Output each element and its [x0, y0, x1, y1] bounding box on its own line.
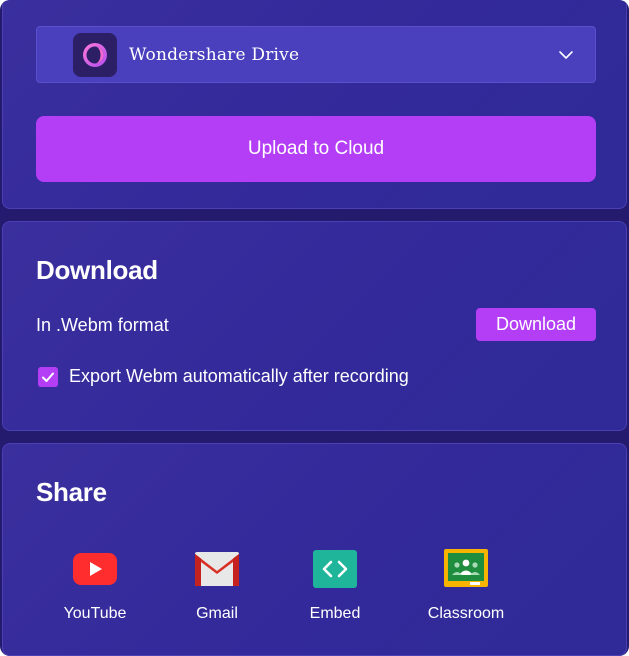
gmail-icon	[194, 549, 240, 589]
cloud-drive-select[interactable]: Wondershare Drive	[36, 26, 596, 83]
share-section-title: Share	[36, 477, 107, 507]
download-section-title: Download	[36, 255, 158, 285]
share-panel: Share YouTube Gmail Embed Classroom	[2, 443, 627, 656]
classroom-icon	[443, 549, 489, 589]
cloud-panel: Wondershare Drive Upload to Cloud	[2, 0, 627, 209]
share-gmail[interactable]: Gmail	[167, 549, 267, 623]
upload-to-cloud-button[interactable]: Upload to Cloud	[36, 116, 596, 182]
share-youtube[interactable]: YouTube	[45, 549, 145, 623]
share-embed[interactable]: Embed	[285, 549, 385, 623]
share-label: Gmail	[196, 605, 238, 622]
share-label: Classroom	[427, 605, 505, 622]
share-label: YouTube	[63, 605, 127, 622]
download-panel: Download In .Webm format Download Export…	[2, 221, 627, 431]
format-label: In .Webm format	[36, 315, 169, 335]
share-classroom[interactable]: Classroom	[416, 549, 516, 623]
checkmark-icon	[42, 372, 54, 382]
drive-name: Wondershare Drive	[129, 44, 300, 65]
auto-export-label: Export Webm automatically after recordin…	[69, 366, 409, 386]
share-label: Embed	[309, 605, 361, 622]
export-window: Wondershare Drive Upload to Cloud Downlo…	[0, 0, 629, 656]
embed-icon	[312, 549, 358, 589]
chevron-down-icon	[559, 51, 573, 59]
youtube-icon	[72, 549, 118, 589]
download-button[interactable]: Download	[476, 308, 596, 341]
wondershare-drive-logo-icon	[73, 32, 117, 77]
auto-export-checkbox[interactable]	[38, 367, 58, 387]
